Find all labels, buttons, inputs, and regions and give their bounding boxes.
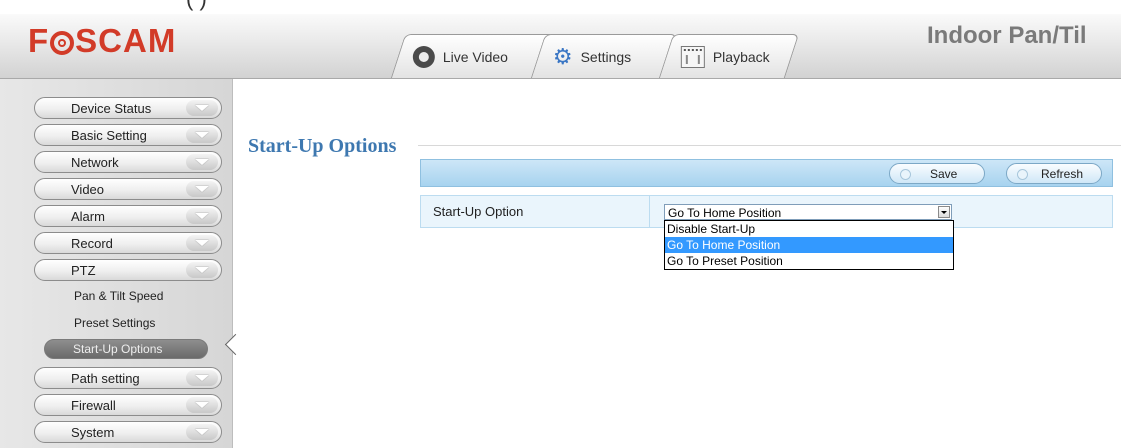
tab-settings-label: Settings	[580, 48, 632, 65]
chevron-down-icon	[186, 100, 218, 116]
chevron-down-icon	[186, 397, 218, 413]
sidebar-item-label: Basic Setting	[71, 128, 147, 143]
app-header: F SCAM Live Video ⚙ Settings Playback Ind…	[0, 14, 1121, 79]
sidebar-item-label: PTZ	[71, 263, 96, 278]
chevron-down-icon	[186, 154, 218, 170]
dropdown-option-disable-startup[interactable]: Disable Start-Up	[665, 221, 953, 237]
dropdown-option-home-position[interactable]: Go To Home Position	[665, 237, 953, 253]
startup-option-dropdown: Disable Start-Up Go To Home Position Go …	[664, 220, 954, 270]
page-title: Start-Up Options	[248, 135, 397, 157]
sidebar-item-alarm[interactable]: Alarm	[34, 205, 222, 227]
sidebar-item-label: Record	[71, 236, 113, 251]
sidebar-item-network[interactable]: Network	[34, 151, 222, 173]
sidebar-subitem-startup-options[interactable]: Start-Up Options	[44, 339, 208, 359]
sidebar-item-ptz[interactable]: PTZ	[34, 259, 222, 281]
sidebar-subitem-label: Start-Up Options	[73, 342, 163, 356]
chevron-down-icon	[186, 370, 218, 386]
sidebar-item-record[interactable]: Record	[34, 232, 222, 254]
chevron-down-icon	[186, 235, 218, 251]
caption-text: ( )	[186, 0, 207, 12]
chevron-down-icon	[186, 262, 218, 278]
row-divider	[649, 196, 650, 227]
logo-lens-icon	[50, 31, 75, 55]
top-caption: ( )	[0, 0, 400, 11]
foscam-logo: F SCAM	[28, 22, 176, 60]
action-toolbar: Save Refresh	[420, 159, 1113, 187]
sidebar-subitem-preset-settings[interactable]: Preset Settings	[74, 316, 155, 330]
sidebar-item-label: Firewall	[71, 398, 116, 413]
title-divider	[418, 145, 1121, 146]
chevron-down-icon	[186, 181, 218, 197]
sidebar-item-basic-setting[interactable]: Basic Setting	[34, 124, 222, 146]
tab-live-video[interactable]: Live Video	[390, 34, 556, 78]
startup-option-select[interactable]: Go To Home Position	[664, 204, 952, 220]
tab-live-video-label: Live Video	[442, 48, 508, 65]
dropdown-option-preset-position[interactable]: Go To Preset Position	[665, 253, 953, 269]
refresh-button-label: Refresh	[1041, 167, 1084, 181]
sidebar-item-label: Video	[71, 182, 105, 197]
sidebar-item-label: Network	[71, 155, 119, 170]
sidebar-item-label: Device Status	[71, 101, 152, 116]
logo-letters: SCAM	[75, 22, 177, 59]
save-button-label: Save	[930, 167, 958, 181]
sidebar-subitem-pan-tilt-speed[interactable]: Pan & Tilt Speed	[74, 289, 163, 303]
calendar-icon	[680, 45, 705, 68]
product-title: Indoor Pan/Til	[927, 22, 1087, 49]
sidebar-item-firewall[interactable]: Firewall	[34, 394, 222, 416]
tab-settings[interactable]: ⚙ Settings	[530, 34, 678, 78]
sidebar-item-system[interactable]: System	[34, 421, 222, 443]
sidebar-item-label: Path setting	[71, 371, 140, 386]
sidebar-item-label: System	[71, 425, 115, 440]
sidebar-item-device-status[interactable]: Device Status	[34, 97, 222, 119]
startup-option-value: Go To Home Position	[668, 206, 782, 220]
refresh-button[interactable]: Refresh	[1006, 163, 1102, 184]
sidebar-item-video[interactable]: Video	[34, 178, 222, 200]
chevron-down-icon	[186, 424, 218, 440]
save-button[interactable]: Save	[889, 163, 985, 184]
sidebar-item-path-setting[interactable]: Path setting	[34, 367, 222, 389]
webcam-icon	[412, 45, 435, 68]
chevron-down-icon	[186, 208, 218, 224]
button-dot-icon	[900, 169, 911, 180]
gears-icon: ⚙	[552, 43, 573, 69]
tab-playback-label: Playback	[712, 48, 770, 65]
chevron-down-icon	[186, 127, 218, 143]
button-dot-icon	[1017, 169, 1028, 180]
startup-option-label: Start-Up Option	[433, 204, 524, 219]
sidebar-item-label: Alarm	[71, 209, 105, 224]
chevron-down-icon[interactable]	[938, 206, 950, 218]
logo-letter-f: F	[28, 22, 50, 59]
tab-playback[interactable]: Playback	[658, 34, 800, 78]
